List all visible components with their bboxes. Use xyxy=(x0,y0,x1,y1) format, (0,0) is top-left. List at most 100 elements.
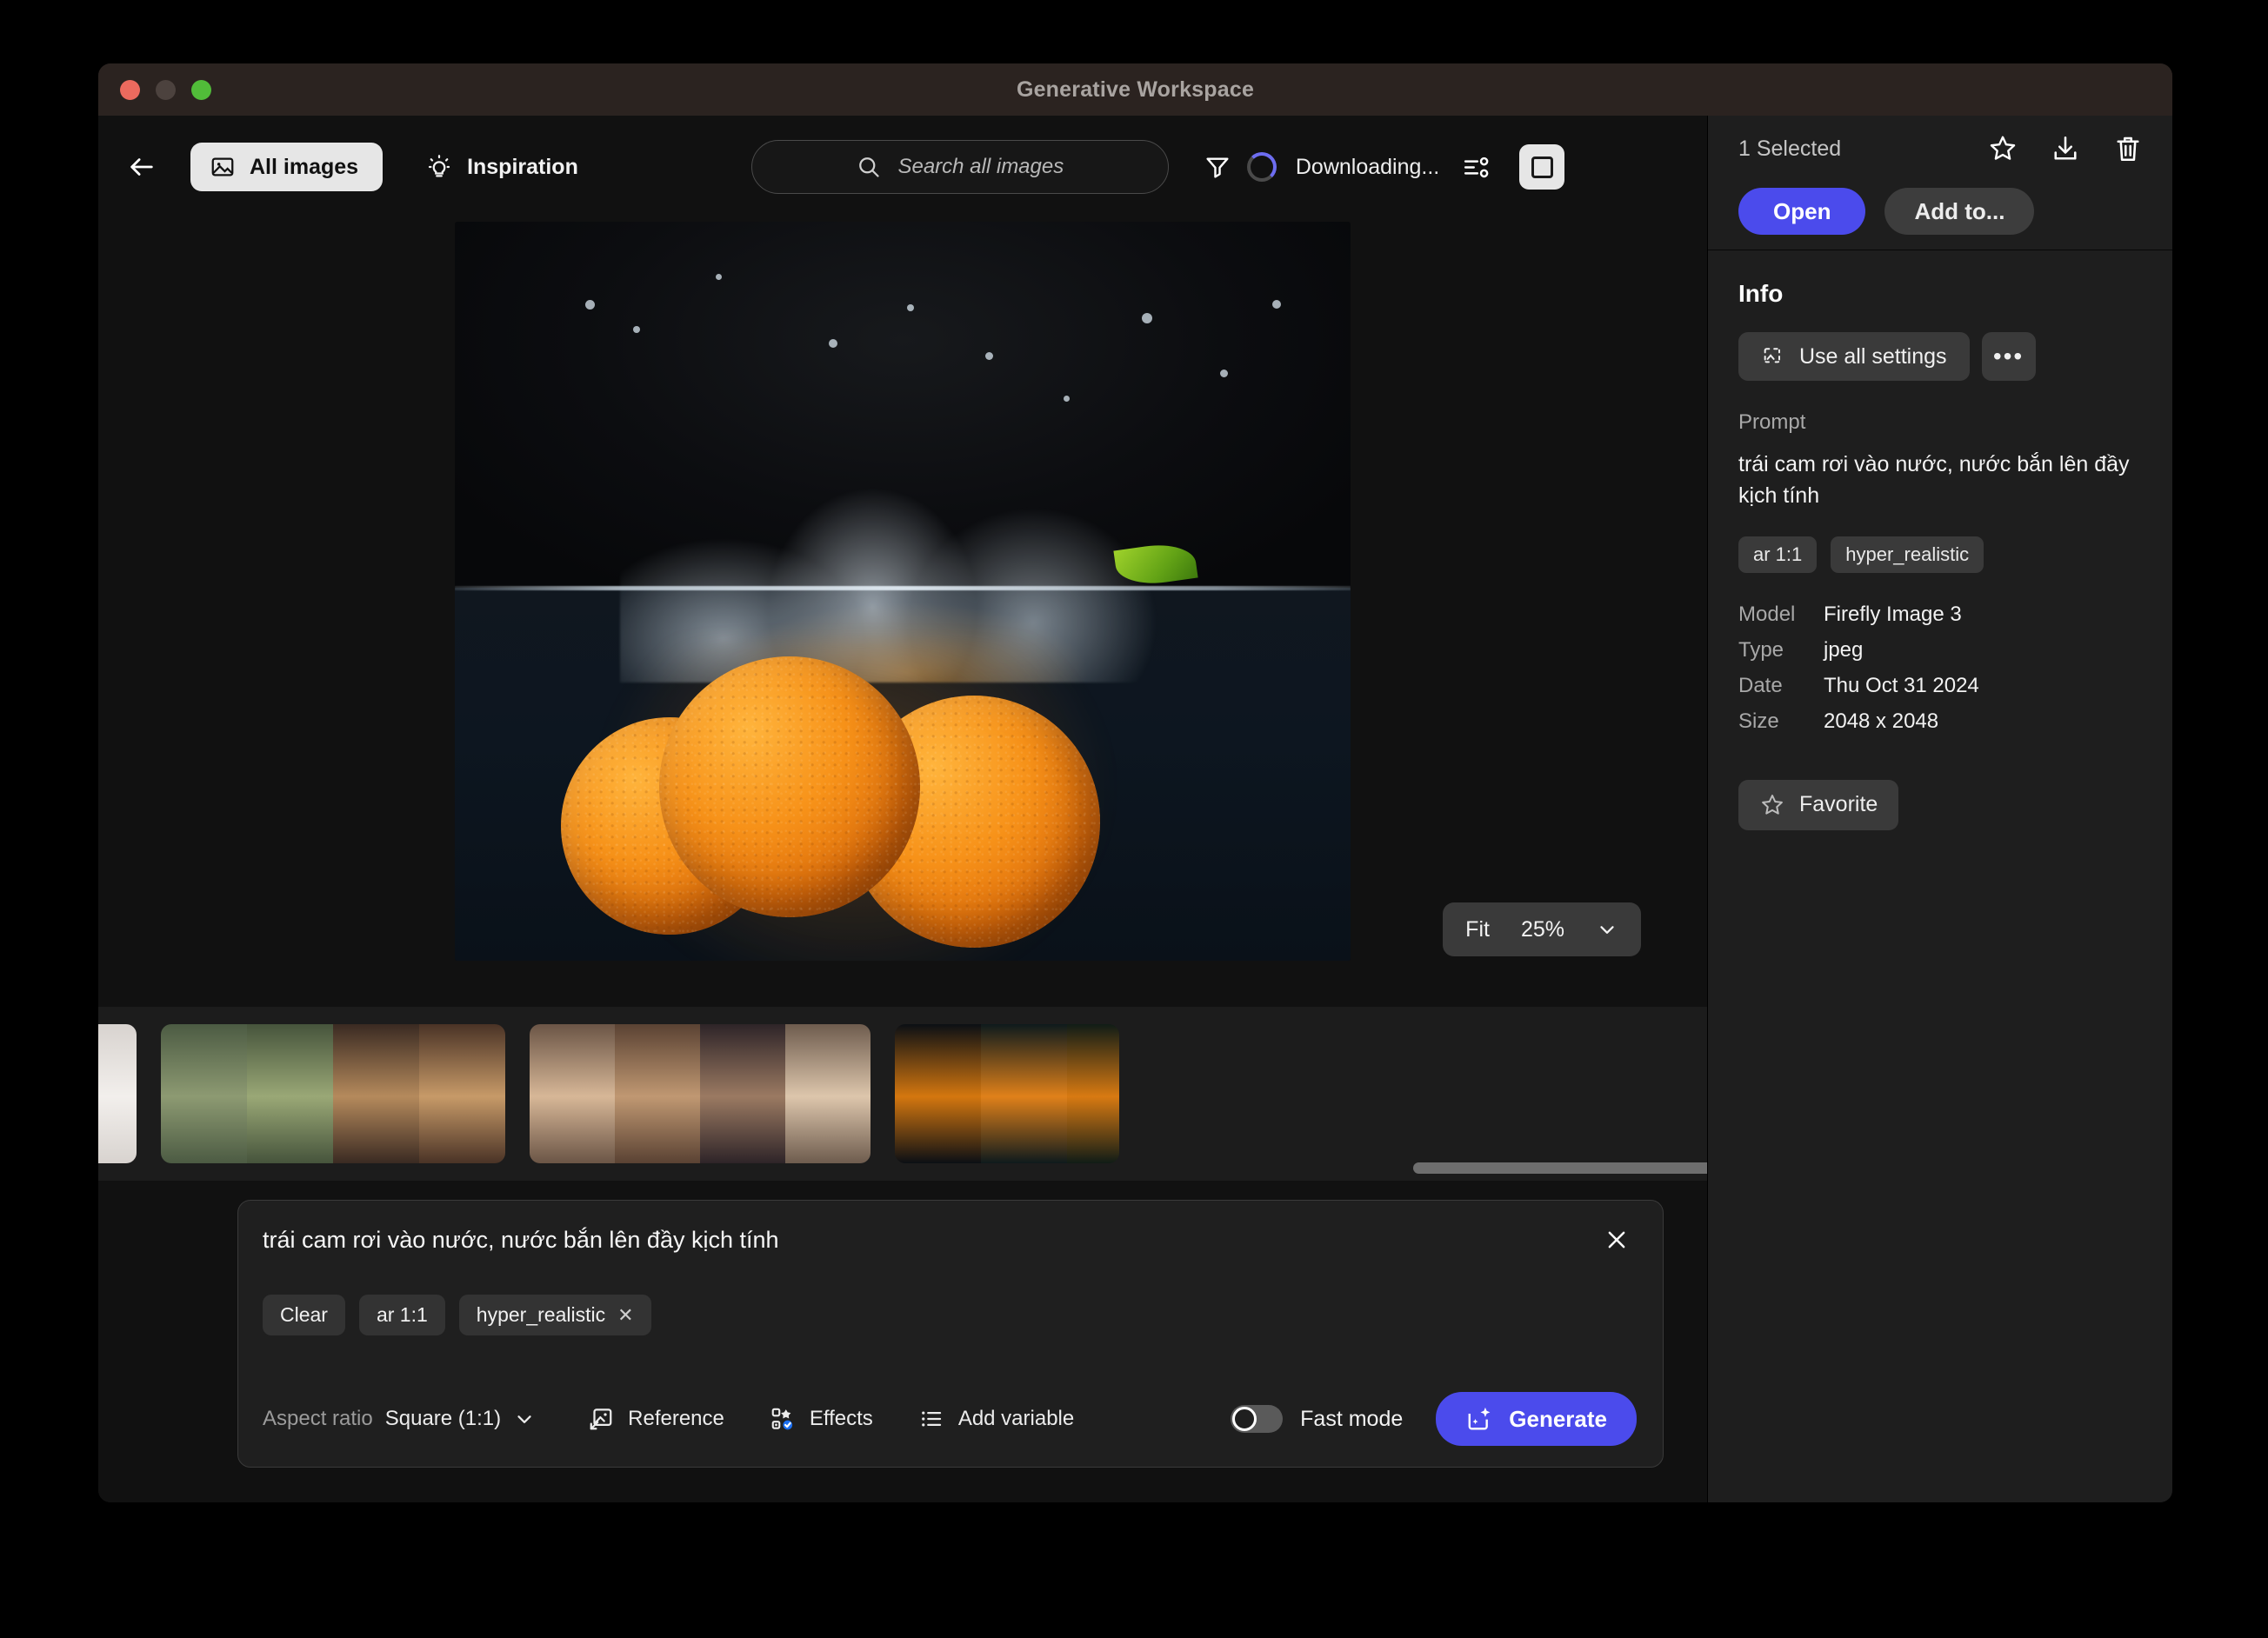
back-button[interactable] xyxy=(117,143,166,191)
effects-label: Effects xyxy=(809,1407,873,1430)
filmstrip-scrollbar[interactable] xyxy=(98,1160,1707,1175)
thumbnail-lipstick-flatlay[interactable] xyxy=(785,1024,871,1163)
image-droplet xyxy=(907,304,914,311)
metadata-row-date: Date Thu Oct 31 2024 xyxy=(1738,674,2142,698)
tab-all-images[interactable]: All images xyxy=(190,143,384,191)
main-column: All images Inspiration Search all images… xyxy=(98,116,1707,1502)
metadata-value: Thu Oct 31 2024 xyxy=(1824,673,1979,697)
thumbnail-green-plants-cosmetics[interactable] xyxy=(247,1024,333,1163)
chip-hyper-realistic-label: hyper_realistic xyxy=(476,1303,606,1326)
thumbnail-group[interactable] xyxy=(530,1024,871,1163)
prompt-top-row: trái cam rơi vào nước, nước bắn lên đầy … xyxy=(263,1225,1637,1260)
image-droplet xyxy=(1272,300,1281,309)
prompt-field-value: trái cam rơi vào nước, nước bắn lên đầy … xyxy=(1738,452,2130,509)
top-toolbar: All images Inspiration Search all images… xyxy=(98,116,1707,218)
add-variable-button[interactable]: Add variable xyxy=(918,1406,1074,1432)
tab-inspiration-label: Inspiration xyxy=(467,154,578,179)
trash-icon xyxy=(2117,136,2139,162)
selected-image-preview[interactable] xyxy=(455,222,1351,961)
info-actions: Use all settings ••• xyxy=(1738,332,2142,381)
thumbnail-orange-splash-teal[interactable] xyxy=(981,1024,1067,1163)
generate-button[interactable]: Generate xyxy=(1436,1392,1637,1446)
open-button[interactable]: Open xyxy=(1738,188,1866,235)
favorite-button[interactable]: Favorite xyxy=(1738,779,1899,830)
use-all-settings-label: Use all settings xyxy=(1799,343,1947,369)
use-all-settings-button[interactable]: Use all settings xyxy=(1738,332,1970,381)
info-tag-style[interactable]: hyper_realistic xyxy=(1831,536,1984,573)
delete-button[interactable] xyxy=(2110,130,2146,167)
metadata-key: Date xyxy=(1738,673,1783,697)
thumbnail-makeup-brush-set[interactable] xyxy=(419,1024,505,1163)
thumbnail-group[interactable] xyxy=(98,1024,137,1163)
prompt-textarea[interactable]: trái cam rơi vào nước, nước bắn lên đầy … xyxy=(263,1225,779,1255)
chip-aspect-ratio-label: ar 1:1 xyxy=(376,1303,428,1326)
metadata-value: 2048 x 2048 xyxy=(1824,709,1939,733)
download-button[interactable] xyxy=(2047,130,2084,167)
favorite-icon-button[interactable] xyxy=(1984,130,2021,167)
image-canvas: Fit 25% xyxy=(98,218,1707,1007)
add-to-button[interactable]: Add to... xyxy=(1884,188,2035,235)
thumbnail-portrait-woman[interactable] xyxy=(98,1024,137,1163)
chip-hyper-realistic[interactable]: hyper_realistic ✕ xyxy=(458,1295,651,1335)
chip-clear[interactable]: Clear xyxy=(263,1295,345,1335)
metadata-row-model: Model Firefly Image 3 xyxy=(1738,603,2142,627)
thumbnail-green-skincare-set[interactable] xyxy=(161,1024,247,1163)
selection-row: 1 Selected xyxy=(1738,130,2146,167)
close-window-button[interactable] xyxy=(120,79,140,100)
filmstrip-scroll-thumb[interactable] xyxy=(1413,1162,1707,1174)
star-icon xyxy=(1990,136,2016,160)
thumbnail-group[interactable] xyxy=(161,1024,505,1163)
info-tag-aspect-ratio[interactable]: ar 1:1 xyxy=(1738,536,1818,573)
favorite-button-label: Favorite xyxy=(1799,792,1878,816)
reference-label: Reference xyxy=(628,1407,724,1430)
minimize-window-button[interactable] xyxy=(156,79,176,100)
fast-mode-toggle[interactable] xyxy=(1231,1405,1284,1433)
tab-inspiration[interactable]: Inspiration xyxy=(405,143,599,191)
aspect-ratio-dropdown[interactable] xyxy=(513,1408,536,1430)
image-droplet xyxy=(1142,313,1152,323)
aspect-ratio-value[interactable]: Square (1:1) xyxy=(385,1407,501,1431)
effects-button[interactable]: Effects xyxy=(770,1406,873,1432)
thumbnail-warm-bottles-shelf[interactable] xyxy=(615,1024,700,1163)
title-bar: Generative Workspace xyxy=(98,63,2172,116)
tab-all-images-label: All images xyxy=(250,154,359,179)
thumbnail-orange-splash-dark[interactable] xyxy=(895,1024,981,1163)
image-droplet xyxy=(829,339,837,348)
thumbnail-eyeshadow-palette[interactable] xyxy=(700,1024,785,1163)
image-droplet xyxy=(985,352,993,360)
metadata-key: Type xyxy=(1738,637,1784,662)
settings-copy-icon xyxy=(1764,348,1780,363)
star-icon xyxy=(1762,794,1783,815)
close-icon xyxy=(1608,1231,1625,1248)
chevron-down-icon xyxy=(1600,926,1614,934)
search-input[interactable]: Search all images xyxy=(750,140,1169,194)
filter-button[interactable] xyxy=(1193,143,1242,191)
chip-remove-icon[interactable]: ✕ xyxy=(617,1304,633,1327)
clear-prompt-button[interactable] xyxy=(1597,1220,1637,1260)
reference-button[interactable]: Reference xyxy=(588,1406,724,1432)
image-droplet xyxy=(633,326,640,333)
zoom-control[interactable]: Fit 25% xyxy=(1443,902,1641,956)
thumbnail-filmstrip[interactable] xyxy=(98,1007,1707,1181)
maximize-window-button[interactable] xyxy=(191,79,211,100)
view-mode-button[interactable] xyxy=(1519,144,1565,190)
image-droplet xyxy=(1220,370,1228,377)
toolbar-right-group: Downloading... xyxy=(1193,143,1565,191)
thumbnail-golden-bokeh-cosmetics[interactable] xyxy=(333,1024,419,1163)
lightbulb-icon xyxy=(428,155,450,177)
chip-aspect-ratio[interactable]: ar 1:1 xyxy=(358,1295,445,1335)
sort-button[interactable] xyxy=(1451,143,1500,191)
thumbnail-list xyxy=(98,1024,1119,1163)
metadata-row-size: Size 2048 x 2048 xyxy=(1738,709,2142,734)
thumbnail-orange-splash-green[interactable] xyxy=(1067,1024,1119,1163)
add-variable-label: Add variable xyxy=(957,1407,1075,1430)
window-body: All images Inspiration Search all images… xyxy=(98,116,2172,1502)
image-droplet xyxy=(585,300,595,310)
metadata-value: Firefly Image 3 xyxy=(1824,602,1962,626)
thumbnail-beige-cosmetics-table[interactable] xyxy=(530,1024,615,1163)
more-options-button[interactable]: ••• xyxy=(1981,332,2036,381)
thumbnail-group[interactable] xyxy=(895,1024,1119,1163)
selection-count: 1 Selected xyxy=(1738,136,1842,161)
metadata-key: Model xyxy=(1738,602,1796,626)
prompt-controls-row: Aspect ratio Square (1:1) Reference Effe… xyxy=(263,1392,1637,1446)
